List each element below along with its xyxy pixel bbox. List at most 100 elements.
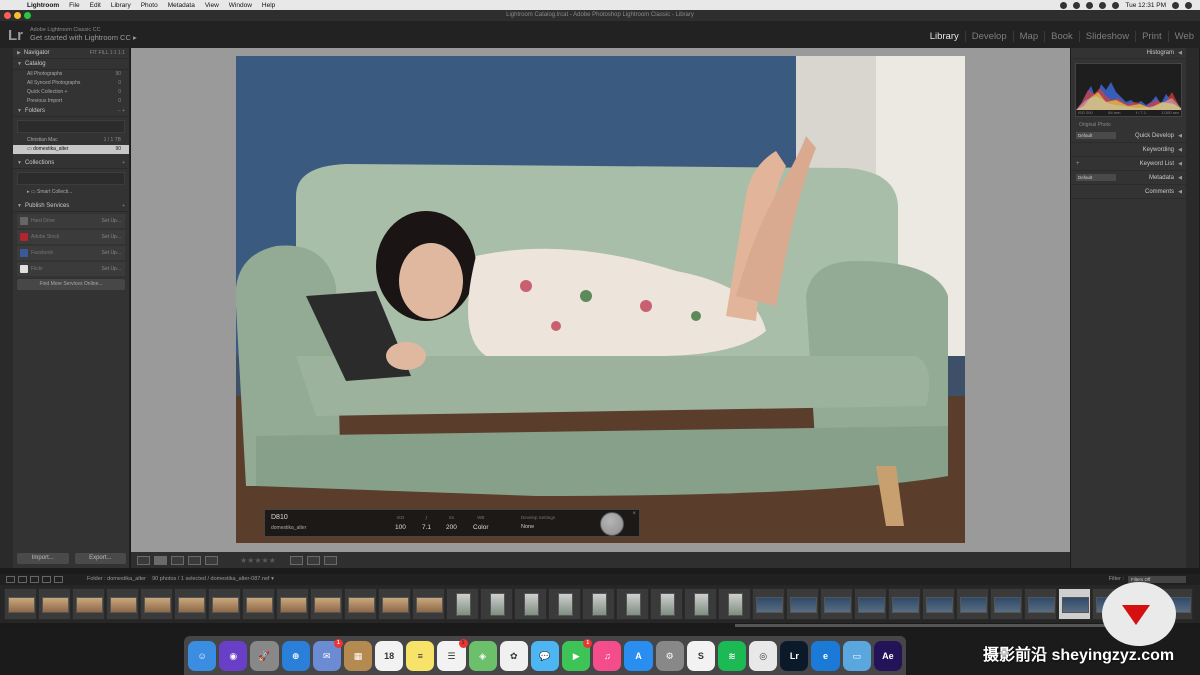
catalog-header[interactable]: ▼ Catalog <box>13 59 129 70</box>
catalog-item-synced[interactable]: All Synced Photographs 0 <box>13 79 129 88</box>
filmstrip-thumbnail[interactable] <box>854 588 887 620</box>
grid-view-button[interactable] <box>137 555 150 565</box>
folder-search-field[interactable] <box>17 120 125 133</box>
module-library[interactable]: Library <box>924 31 965 42</box>
overlay-close-icon[interactable]: × <box>632 511 636 517</box>
notes-bag-icon[interactable]: ▦ <box>343 640 373 671</box>
quick-develop-panel[interactable]: Default Quick Develop ◀ <box>1071 129 1186 143</box>
filmstrip-thumbnail[interactable] <box>140 588 173 620</box>
edge-icon[interactable]: e <box>811 640 840 671</box>
filmstrip-thumbnail[interactable] <box>820 588 853 620</box>
photos-icon[interactable]: ✿ <box>499 640 528 671</box>
survey-view-button[interactable] <box>188 555 201 565</box>
catalog-item-previous-import[interactable]: Previous Import 0 <box>13 97 129 106</box>
rotate-right-button[interactable] <box>306 555 320 565</box>
zoom-window-button[interactable] <box>24 12 31 19</box>
calendar-icon[interactable]: 18 <box>375 640 404 671</box>
comments-panel[interactable]: Comments ◀ <box>1071 185 1186 199</box>
menubar-clock[interactable]: Tue 12:31 PM <box>1125 2 1166 9</box>
crop-overlay-button[interactable] <box>323 555 337 565</box>
histogram-header[interactable]: Histogram ◀ <box>1071 48 1186 59</box>
messages-icon[interactable]: 💬 <box>530 640 560 671</box>
import-button[interactable]: Import... <box>17 553 69 564</box>
filmstrip-thumbnail[interactable] <box>888 588 921 620</box>
service-setup-link[interactable]: Set Up... <box>102 246 121 260</box>
filmstrip[interactable] <box>0 585 1200 623</box>
itunes-icon[interactable]: ♫ <box>593 640 622 671</box>
volume-row[interactable]: Christian Mac 1 / 1 TB <box>13 136 129 145</box>
primary-display-icon[interactable] <box>18 576 27 583</box>
add-collection-button[interactable]: + <box>122 158 125 169</box>
smart-collection-row[interactable]: ▸ ▭ Smart Collecti... <box>13 188 129 197</box>
rating-stars[interactable]: ★★★★★ <box>240 556 276 565</box>
filmstrip-thumbnail[interactable] <box>684 588 717 620</box>
launchpad-icon[interactable]: 🚀 <box>250 640 279 671</box>
filmstrip-thumbnail[interactable] <box>106 588 139 620</box>
back-arrow-icon[interactable] <box>42 576 51 583</box>
slack-icon[interactable]: S <box>686 640 715 671</box>
filmstrip-scroll-thumb[interactable] <box>735 624 1155 627</box>
filmstrip-thumbnail[interactable] <box>378 588 411 620</box>
lightroom-icon[interactable]: Lr <box>780 640 809 671</box>
notification-center-icon[interactable] <box>1185 1 1192 9</box>
metadata-panel[interactable]: Default Metadata ◀ <box>1071 171 1186 185</box>
right-panel-edge[interactable] <box>1186 48 1199 568</box>
service-setup-link[interactable]: Set Up... <box>102 262 121 276</box>
navigator-header[interactable]: ▶ Navigator FIT FILL 1:1 1:1 <box>13 48 129 59</box>
keywording-panel[interactable]: Keywording ◀ <box>1071 143 1186 157</box>
filmstrip-thumbnail[interactable] <box>412 588 445 620</box>
add-keyword-icon[interactable]: + <box>1076 157 1080 171</box>
filmstrip-thumbnail[interactable] <box>38 588 71 620</box>
navigator-zoom-options[interactable]: FIT FILL 1:1 1:1 <box>90 48 125 59</box>
get-started-link[interactable]: Get started with Lightroom CC ▸ <box>30 34 137 42</box>
filmstrip-thumbnail[interactable] <box>310 588 343 620</box>
filmstrip-thumbnail[interactable] <box>718 588 751 620</box>
service-hard-drive[interactable]: Hard Drive Set Up... <box>17 214 125 228</box>
loupe-view-button[interactable] <box>154 555 167 565</box>
wifi-icon[interactable] <box>1086 1 1094 9</box>
left-panel-edge[interactable] <box>0 48 13 568</box>
service-adobe-stock[interactable]: Adobe Stock Set Up... <box>17 230 125 244</box>
battery-icon[interactable] <box>1112 1 1120 9</box>
filmstrip-thumbnail[interactable] <box>582 588 615 620</box>
loupe-view[interactable] <box>131 48 1070 552</box>
menu-file[interactable]: File <box>64 2 84 9</box>
spotlight-icon[interactable] <box>1172 1 1179 9</box>
status-sync-icon[interactable] <box>1073 1 1081 9</box>
keyword-list-panel[interactable]: + Keyword List ◀ <box>1071 157 1186 171</box>
reminders-icon[interactable]: ☰ 1 <box>437 638 468 671</box>
module-web[interactable]: Web <box>1167 31 1200 42</box>
filmstrip-thumbnail[interactable] <box>4 588 37 620</box>
filmstrip-thumbnail[interactable] <box>446 588 479 620</box>
volume-icon[interactable] <box>1099 1 1107 9</box>
rotate-left-button[interactable] <box>289 555 303 565</box>
folder-icon[interactable]: ▭ <box>842 640 871 671</box>
minimize-window-button[interactable] <box>14 12 21 19</box>
notes-icon[interactable]: ≡ <box>406 640 435 671</box>
module-slideshow[interactable]: Slideshow <box>1078 31 1135 42</box>
service-setup-link[interactable]: Set Up... <box>102 230 121 244</box>
filmstrip-source[interactable]: Folder : domestika_alter 90 photos / 1 s… <box>87 574 274 585</box>
status-record-icon[interactable] <box>1060 1 1068 9</box>
menu-view[interactable]: View <box>200 2 224 9</box>
metadata-preset-select[interactable]: Default <box>1076 174 1116 181</box>
chrome-icon[interactable]: ◎ <box>749 640 778 671</box>
module-print[interactable]: Print <box>1135 31 1168 42</box>
finder-icon[interactable]: ☺ <box>188 640 217 671</box>
siri-icon[interactable]: ◉ <box>219 640 248 671</box>
secondary-display-icon[interactable] <box>6 576 15 583</box>
collections-header[interactable]: ▼ Collections + <box>13 158 129 169</box>
original-photo-toggle[interactable]: Original Photo <box>1071 121 1186 129</box>
grid-icon[interactable] <box>30 576 39 583</box>
folder-row-selected[interactable]: ▭ domestika_alter 90 <box>13 145 129 154</box>
filmstrip-thumbnail[interactable] <box>1058 588 1091 620</box>
menu-library[interactable]: Library <box>106 2 136 9</box>
filmstrip-thumbnail[interactable] <box>548 588 581 620</box>
catalog-item-quick-collection[interactable]: Quick Collection + 0 <box>13 88 129 97</box>
menu-help[interactable]: Help <box>257 2 280 9</box>
filmstrip-scrollbar[interactable] <box>0 623 1200 628</box>
spotify-icon[interactable]: ≋ <box>717 640 747 671</box>
filmstrip-thumbnail[interactable] <box>208 588 241 620</box>
filmstrip-thumbnail[interactable] <box>956 588 989 620</box>
filmstrip-thumbnail[interactable] <box>922 588 955 620</box>
